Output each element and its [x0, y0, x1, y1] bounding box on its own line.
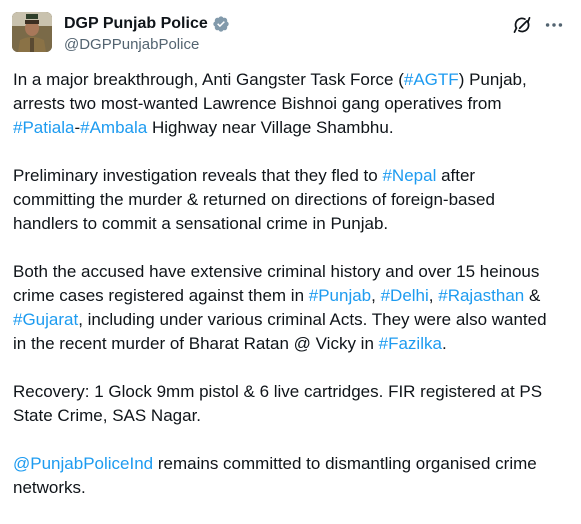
- hashtag-link[interactable]: #Nepal: [382, 166, 436, 185]
- hashtag-link[interactable]: #Punjab: [309, 286, 371, 305]
- post-paragraph-2: Preliminary investigation reveals that t…: [13, 164, 569, 236]
- hashtag-link[interactable]: #Gujarat: [13, 310, 78, 329]
- grok-icon[interactable]: [511, 14, 533, 36]
- text-segment: Preliminary investigation reveals that t…: [13, 166, 383, 185]
- author-names: DGP Punjab Police @DGPPunjabPolice: [64, 14, 230, 53]
- hashtag-link[interactable]: #Fazilka: [379, 334, 442, 353]
- author-display-name[interactable]: DGP Punjab Police: [64, 15, 208, 33]
- author-handle[interactable]: @DGPPunjabPolice: [64, 36, 230, 53]
- hashtag-link[interactable]: #Rajasthan: [438, 286, 524, 305]
- tweet-header: DGP Punjab Police @DGPPunjabPolice: [12, 6, 569, 56]
- text-segment: Highway near Village Shambhu.: [147, 118, 394, 137]
- hashtag-link[interactable]: #Patiala: [13, 118, 74, 137]
- hashtag-link[interactable]: #Ambala: [80, 118, 147, 137]
- post-paragraph-5: @PunjabPoliceInd remains committed to di…: [13, 452, 569, 500]
- text-segment: &: [528, 286, 541, 305]
- text-segment: Recovery: 1 Glock 9mm pistol & 6 live ca…: [13, 382, 543, 425]
- post-paragraph-3: Both the accused have extensive criminal…: [13, 260, 569, 356]
- avatar[interactable]: [12, 12, 52, 52]
- mention-link[interactable]: @PunjabPoliceInd: [13, 454, 153, 473]
- text-segment: , including under various criminal Acts.…: [13, 310, 547, 353]
- hashtag-link[interactable]: #AGTF: [404, 70, 459, 89]
- text-segment: ,: [428, 286, 439, 305]
- text-segment: ,: [371, 286, 381, 305]
- verified-badge-icon: [212, 15, 230, 33]
- hashtag-link[interactable]: #Delhi: [381, 286, 429, 305]
- tweet-text: In a major breakthrough, Anti Gangster T…: [13, 68, 569, 524]
- text-segment: .: [441, 334, 447, 353]
- post-paragraph-4: Recovery: 1 Glock 9mm pistol & 6 live ca…: [13, 380, 569, 428]
- more-options-icon[interactable]: [543, 14, 565, 36]
- tweet: DGP Punjab Police @DGPPunjabPolice In a …: [0, 0, 581, 502]
- post-paragraph-1: In a major breakthrough, Anti Gangster T…: [13, 68, 569, 140]
- text-segment: In a major breakthrough, Anti Gangster T…: [13, 70, 404, 89]
